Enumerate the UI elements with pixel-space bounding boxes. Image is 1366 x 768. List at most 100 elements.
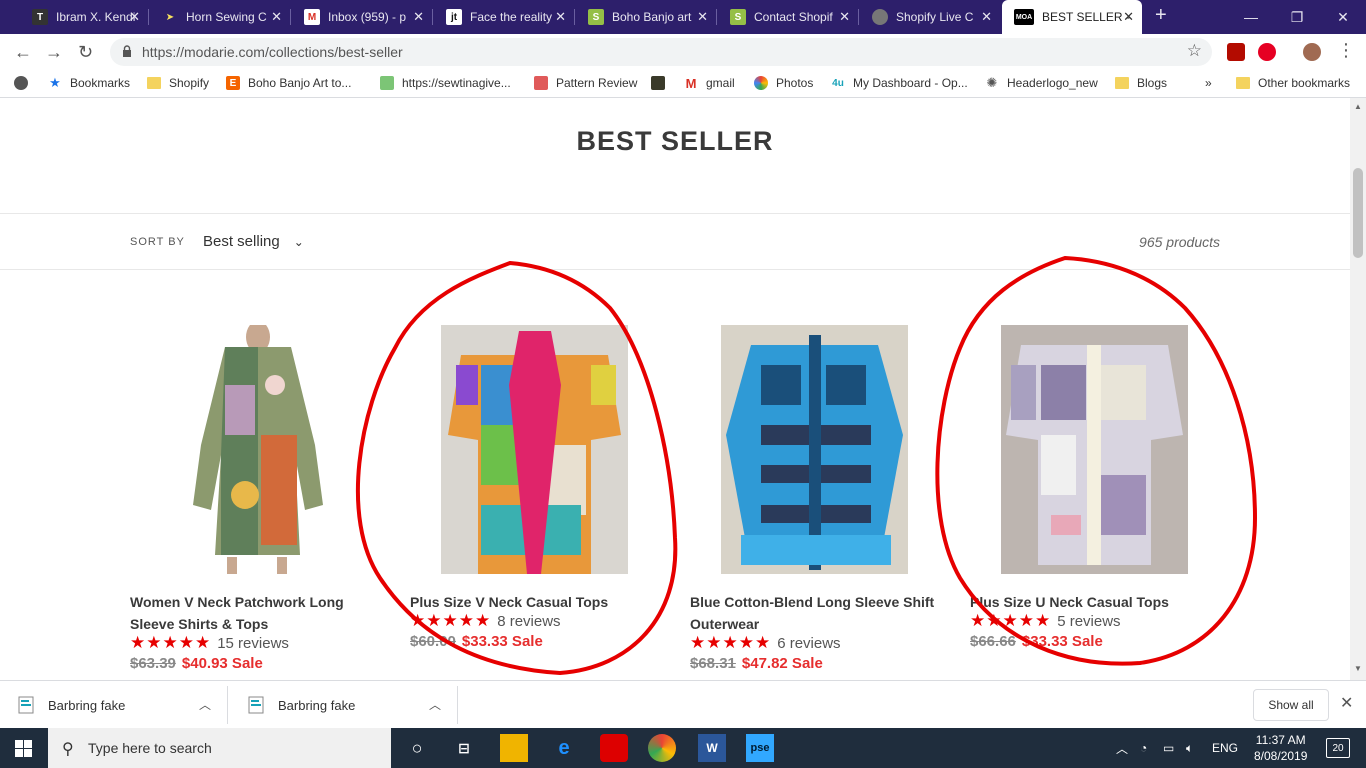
close-icon[interactable]: ✕	[271, 9, 282, 25]
tab-4[interactable]: jt Face the reality ✕	[434, 0, 574, 34]
product-price: $66.66 $33.33 Sale	[970, 633, 1103, 650]
chevron-down-icon: ⌄	[293, 234, 304, 249]
gmail-icon: M	[304, 9, 320, 25]
page-scrollbar[interactable]: ▲ ▼	[1350, 98, 1366, 680]
cortana-icon[interactable]: ○	[403, 734, 431, 762]
forward-icon[interactable]: →	[45, 42, 63, 63]
chevron-up-icon[interactable]: ︿	[199, 696, 211, 713]
product-title[interactable]: Plus Size V Neck Casual Tops	[410, 591, 660, 613]
scroll-thumb[interactable]	[1353, 168, 1363, 258]
stars-icon: ★★★★★	[410, 611, 492, 630]
bookmarks-overflow[interactable]: »	[1205, 76, 1212, 90]
close-icon[interactable]: ✕	[1340, 693, 1353, 713]
windows-start-icon[interactable]	[15, 740, 32, 757]
pdf-extension-icon[interactable]	[1227, 43, 1245, 61]
product-image[interactable]	[165, 325, 352, 574]
scroll-down-icon[interactable]: ▼	[1354, 664, 1362, 673]
sort-label: SORT BY	[130, 236, 185, 248]
bookmark-boho-banjo[interactable]: E Boho Banjo Art to...	[226, 76, 351, 90]
product-rating: ★★★★★ 8 reviews	[410, 611, 561, 630]
network-icon[interactable]: ◔	[1140, 728, 1147, 768]
apps-icon[interactable]	[14, 76, 36, 90]
page-title: BEST SELLER	[576, 126, 774, 156]
restore-icon[interactable]: ❐	[1274, 0, 1320, 34]
product-rating: ★★★★★ 15 reviews	[130, 633, 289, 652]
close-icon[interactable]: ✕	[129, 9, 140, 25]
show-all-button[interactable]: Show all	[1253, 689, 1329, 721]
pinterest-icon[interactable]	[1258, 43, 1276, 61]
profile-avatar[interactable]	[1303, 43, 1321, 61]
bookmark-pattern-review[interactable]: Pattern Review	[534, 76, 637, 90]
logo-icon: ✺	[986, 75, 998, 90]
chrome-icon[interactable]	[648, 734, 676, 762]
stars-icon: ★★★★★	[130, 633, 212, 652]
chevron-up-icon[interactable]: ︿	[1116, 728, 1128, 768]
battery-icon[interactable]: ▭	[1163, 728, 1174, 768]
tab-strip: T Ibram X. Kendi ✕ ➤ Horn Sewing C ✕ M I…	[0, 0, 1366, 34]
sort-select[interactable]: Best selling ⌄	[203, 233, 304, 250]
file-explorer-icon[interactable]	[500, 734, 528, 762]
lock-icon	[123, 45, 131, 57]
tab-1[interactable]: T Ibram X. Kendi ✕	[20, 0, 148, 34]
edge-icon[interactable]: e	[550, 734, 578, 762]
download-item[interactable]: Barbring fake ︿	[230, 686, 458, 724]
product-image[interactable]	[1001, 325, 1188, 574]
bookmark-gmail[interactable]: Mgmail	[684, 76, 735, 91]
nyt-icon: T	[32, 9, 48, 25]
back-icon[interactable]: ←	[14, 42, 32, 63]
omnibox[interactable]: https://modarie.com/collections/best-sel…	[110, 38, 1212, 66]
folder-icon	[147, 77, 161, 89]
bookmark-shopify[interactable]: Shopify	[147, 76, 209, 90]
word-icon[interactable]: W	[698, 734, 726, 762]
product-title[interactable]: Women V Neck Patchwork Long Sleeve Shirt…	[130, 591, 380, 635]
product-title[interactable]: Blue Cotton-Blend Long Sleeve Shift Oute…	[690, 591, 940, 635]
reload-icon[interactable]: ↻	[78, 42, 93, 63]
bookmark-headerlogo[interactable]: ✺ Headerlogo_new	[985, 75, 1098, 90]
tab-3[interactable]: M Inbox (959) - p ✕	[292, 0, 432, 34]
close-icon[interactable]: ✕	[697, 9, 708, 25]
product-price: $68.31 $47.82 Sale	[690, 655, 823, 672]
bookmark-dashboard[interactable]: 4u My Dashboard - Op...	[831, 76, 968, 90]
notification-center-icon[interactable]: 20	[1326, 738, 1350, 758]
product-image[interactable]	[721, 325, 908, 574]
tab-title: BEST SELLER -	[1042, 10, 1130, 24]
photoshop-elements-icon[interactable]: pse	[746, 734, 774, 762]
clock[interactable]: 11:37 AM 8/08/2019	[1254, 732, 1307, 764]
tab-6[interactable]: S Contact Shopif ✕	[718, 0, 858, 34]
bookmarks-bar: ★ Bookmarks Shopify E Boho Banjo Art to...…	[0, 70, 1366, 98]
chevron-up-icon[interactable]: ︿	[429, 696, 441, 713]
close-icon[interactable]: ✕	[839, 9, 850, 25]
bookmark-star-icon[interactable]: ☆	[1187, 41, 1202, 61]
shopify-icon: S	[588, 9, 604, 25]
language-indicator[interactable]: ENG	[1212, 728, 1238, 768]
bookmark-bookmarks[interactable]: ★ Bookmarks	[48, 75, 130, 90]
product-image[interactable]	[441, 325, 628, 574]
bookmark-sewtina[interactable]: https://sewtinagive...	[380, 76, 511, 90]
bookmark-image[interactable]	[651, 76, 673, 90]
close-window-icon[interactable]: ✕	[1320, 0, 1366, 34]
close-icon[interactable]: ✕	[413, 9, 424, 25]
volume-icon[interactable]: 🔈︎	[1186, 728, 1193, 768]
scroll-up-icon[interactable]: ▲	[1354, 102, 1362, 111]
tab-5[interactable]: S Boho Banjo art ✕	[576, 0, 716, 34]
minimize-icon[interactable]: —	[1228, 0, 1274, 34]
file-icon	[248, 696, 264, 714]
bookmark-photos[interactable]: Photos	[754, 76, 813, 90]
close-icon[interactable]: ✕	[981, 9, 992, 25]
menu-icon[interactable]: ⋮	[1337, 40, 1355, 61]
bookmark-blogs[interactable]: Blogs	[1115, 76, 1167, 90]
tab-7[interactable]: Shopify Live C ✕	[860, 0, 1000, 34]
taskbar-search[interactable]: ⚲ Type here to search	[48, 728, 391, 768]
product-count: 965 products	[1139, 234, 1220, 250]
bookmark-other[interactable]: Other bookmarks	[1236, 76, 1350, 90]
close-icon[interactable]: ✕	[1123, 9, 1134, 25]
tab-active[interactable]: MOA BEST SELLER - ✕	[1002, 0, 1142, 34]
download-item[interactable]: Barbring fake ︿	[0, 686, 228, 724]
tab-2[interactable]: ➤ Horn Sewing C ✕	[150, 0, 290, 34]
task-view-icon[interactable]: ⊟	[450, 734, 478, 762]
new-tab-icon[interactable]: +	[1155, 4, 1167, 27]
close-icon[interactable]: ✕	[555, 9, 566, 25]
creative-cloud-icon[interactable]	[600, 734, 628, 762]
tab-title: Inbox (959) - p	[328, 10, 407, 24]
product-title[interactable]: Plus Size U Neck Casual Tops	[970, 591, 1220, 613]
